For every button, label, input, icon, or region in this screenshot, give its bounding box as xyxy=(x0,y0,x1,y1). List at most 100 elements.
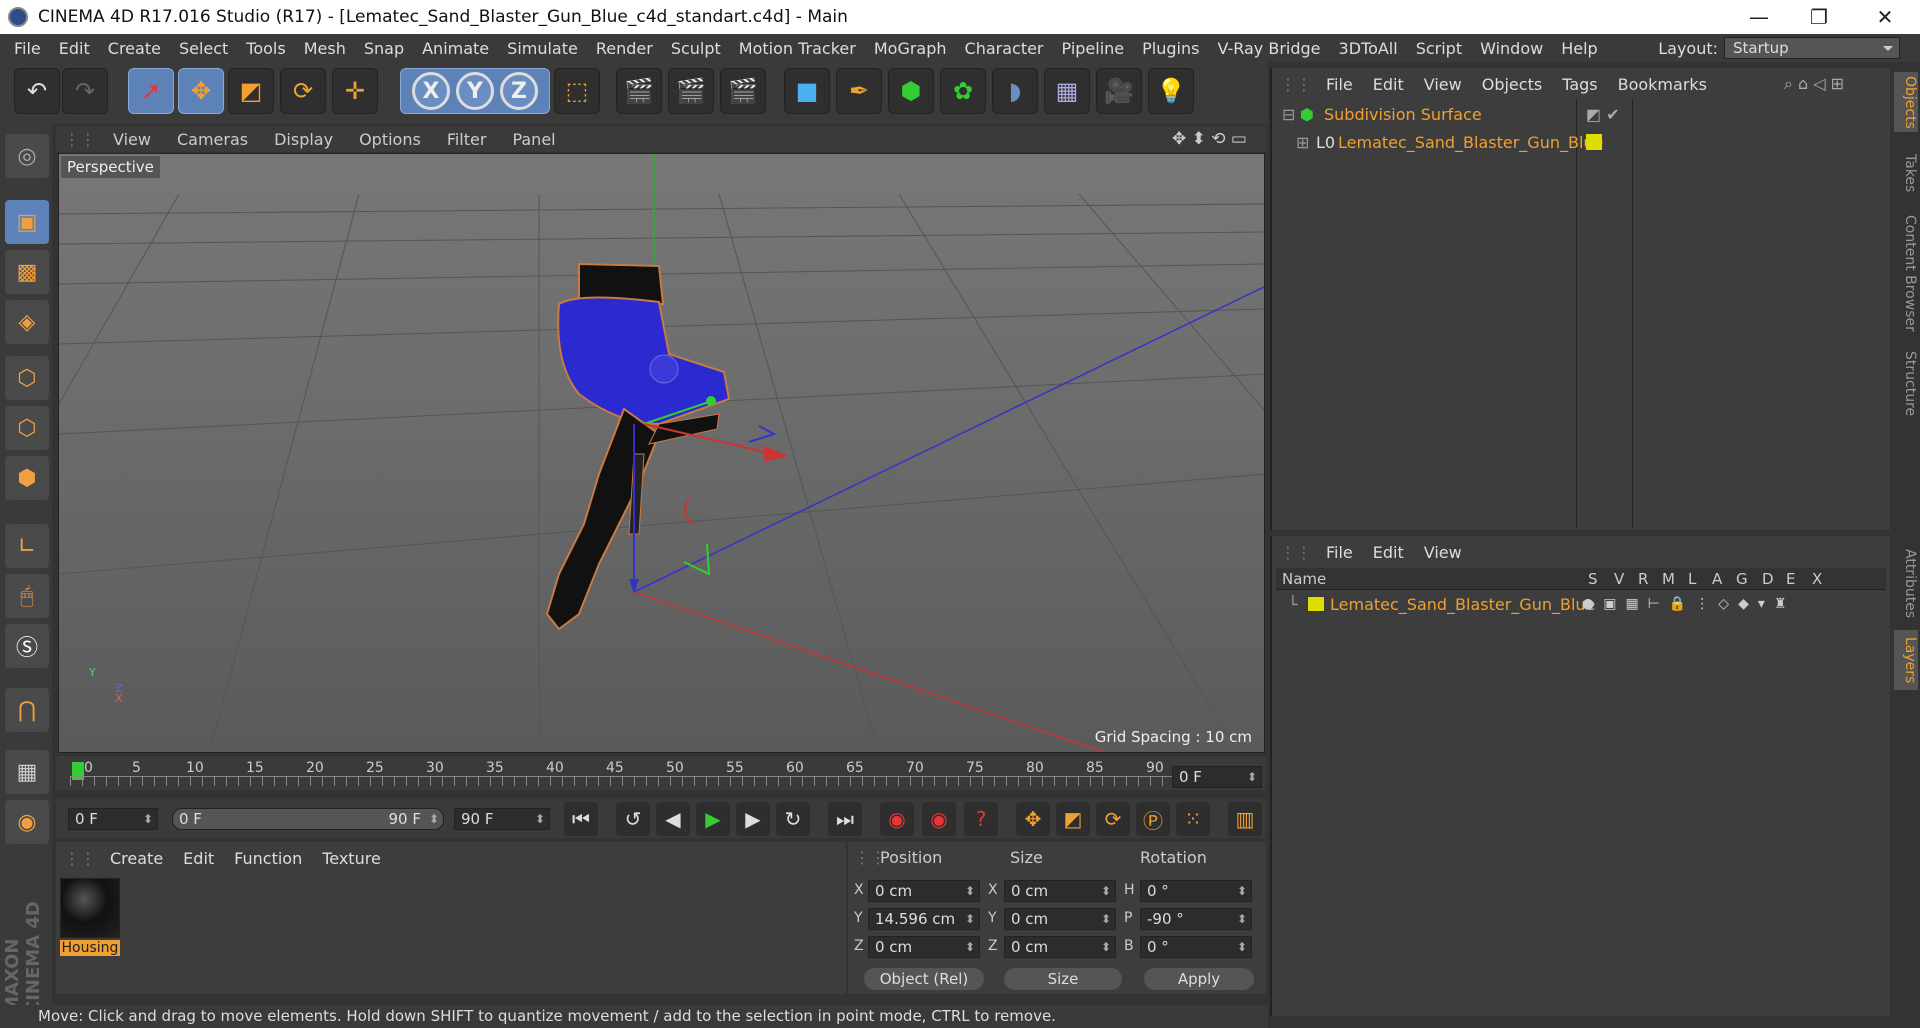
menu-file[interactable]: File xyxy=(0,39,50,58)
objects-menu-bookmarks[interactable]: Bookmarks xyxy=(1608,75,1717,94)
rotation-p-field[interactable]: -90 ° xyxy=(1140,908,1252,930)
go-to-start-icon[interactable]: ⏮ xyxy=(564,802,598,836)
x-axis-lock[interactable]: X xyxy=(412,72,450,110)
viewport-menu-filter[interactable]: Filter xyxy=(434,130,500,149)
polygons-mode-icon[interactable]: ⬢ xyxy=(5,456,49,500)
objects-menu-file[interactable]: File xyxy=(1316,75,1363,94)
key-parameter-icon[interactable]: Ⓟ xyxy=(1136,802,1170,836)
material-menu-edit[interactable]: Edit xyxy=(173,849,224,868)
play-icon[interactable]: ▶ xyxy=(696,802,730,836)
material-menu-function[interactable]: Function xyxy=(224,849,312,868)
pen-icon[interactable]: ✒ xyxy=(836,68,882,114)
tweak-mode-icon[interactable]: 🖱 xyxy=(5,574,49,618)
tab-content-browser[interactable]: Content Browser xyxy=(1894,208,1918,338)
material-menu-create[interactable]: Create xyxy=(100,849,173,868)
menu-vray-bridge[interactable]: V-Ray Bridge xyxy=(1208,39,1329,58)
tab-objects[interactable]: Objects xyxy=(1894,72,1918,132)
size-x-field[interactable]: 0 cm xyxy=(1004,880,1116,902)
render-picture-viewer-icon[interactable]: 🎬 xyxy=(668,68,714,114)
snap-icon[interactable]: ⋂ xyxy=(5,688,49,732)
minimize-button[interactable]: — xyxy=(1730,0,1788,34)
menu-edit[interactable]: Edit xyxy=(50,39,99,58)
timeline-window-icon[interactable]: ▥ xyxy=(1228,802,1262,836)
visibility-toggle-icon[interactable]: ◩ ✔ xyxy=(1586,105,1620,124)
camera-icon[interactable]: 🎥 xyxy=(1096,68,1142,114)
viewport[interactable]: Perspective Y Z X Grid Spacing : 10 cm xyxy=(58,153,1265,753)
key-pla-icon[interactable]: ⁙ xyxy=(1176,802,1210,836)
viewport-menu-cameras[interactable]: Cameras xyxy=(164,130,261,149)
live-selection-icon[interactable]: ➚ xyxy=(128,68,174,114)
menu-plugins[interactable]: Plugins xyxy=(1133,39,1208,58)
menu-character[interactable]: Character xyxy=(956,39,1053,58)
object-row-subdivision[interactable]: ⊟ ⬢ Subdivision Surface ◩ ✔ xyxy=(1272,100,1890,128)
layer-row[interactable]: └ Lematec_Sand_Blaster_Gun_Blue ●▣▦⊢🔒⋮◇◆… xyxy=(1272,590,1890,618)
menu-snap[interactable]: Snap xyxy=(355,39,413,58)
objects-menu-view[interactable]: View xyxy=(1414,75,1472,94)
move-tool-icon[interactable]: ✥ xyxy=(178,68,224,114)
menu-help[interactable]: Help xyxy=(1552,39,1606,58)
menu-motion-tracker[interactable]: Motion Tracker xyxy=(730,39,865,58)
workplane-lock-icon[interactable]: ▦ xyxy=(5,750,49,794)
layers-menu-view[interactable]: View xyxy=(1414,543,1472,562)
coordinate-system-icon[interactable]: ⬚ xyxy=(554,68,600,114)
key-position-icon[interactable]: ✥ xyxy=(1016,802,1050,836)
rotation-b-field[interactable]: 0 ° xyxy=(1140,936,1252,958)
solo-icon[interactable]: Ⓢ xyxy=(5,624,49,668)
viewport-menu-view[interactable]: View xyxy=(100,130,164,149)
layers-menu-edit[interactable]: Edit xyxy=(1363,543,1414,562)
undo-icon[interactable]: ↶ xyxy=(14,68,60,114)
size-z-field[interactable]: 0 cm xyxy=(1004,936,1116,958)
tab-structure[interactable]: Structure xyxy=(1894,344,1918,424)
position-x-field[interactable]: 0 cm xyxy=(868,880,980,902)
material-swatch[interactable]: Housing xyxy=(60,878,120,960)
render-view-icon[interactable]: 🎬 xyxy=(616,68,662,114)
expand-icon[interactable]: ⊞ xyxy=(1296,133,1309,152)
light-icon[interactable]: 💡 xyxy=(1148,68,1194,114)
objects-menu-objects[interactable]: Objects xyxy=(1472,75,1552,94)
key-rotation-icon[interactable]: ⟳ xyxy=(1096,802,1130,836)
z-axis-lock[interactable]: Z xyxy=(500,72,538,110)
points-mode-icon[interactable]: ⬡ xyxy=(5,356,49,400)
start-frame-field[interactable]: 0 F xyxy=(68,808,158,830)
rotation-h-field[interactable]: 0 ° xyxy=(1140,880,1252,902)
next-frame-icon[interactable]: ▶ xyxy=(736,802,770,836)
position-y-field[interactable]: 14.596 cm xyxy=(868,908,980,930)
close-button[interactable]: ✕ xyxy=(1856,0,1914,34)
tab-layers[interactable]: Layers xyxy=(1894,630,1918,690)
layer-color-icon[interactable] xyxy=(1308,597,1324,611)
menu-window[interactable]: Window xyxy=(1471,39,1552,58)
lock-workplane-icon[interactable]: ◉ xyxy=(5,800,49,844)
tab-takes[interactable]: Takes xyxy=(1894,148,1918,198)
objects-menu-tags[interactable]: Tags xyxy=(1552,75,1607,94)
auto-keying-icon[interactable]: ◉ xyxy=(922,802,956,836)
menu-create[interactable]: Create xyxy=(99,39,170,58)
texture-mode-icon[interactable]: ▩ xyxy=(5,250,49,294)
cloner-icon[interactable]: ✿ xyxy=(940,68,986,114)
y-axis-lock[interactable]: Y xyxy=(456,72,494,110)
apply-button[interactable]: Apply xyxy=(1144,968,1254,990)
go-to-end-icon[interactable]: ⏭ xyxy=(828,802,862,836)
recent-tool-icon[interactable]: ✛ xyxy=(332,68,378,114)
keyframe-selection-icon[interactable]: ? xyxy=(964,802,998,836)
size-y-field[interactable]: 0 cm xyxy=(1004,908,1116,930)
menu-script[interactable]: Script xyxy=(1407,39,1471,58)
key-scale-icon[interactable]: ◩ xyxy=(1056,802,1090,836)
layers-menu-file[interactable]: File xyxy=(1316,543,1363,562)
search-icon[interactable]: ⌕ ⌂ ◁ ⊞ xyxy=(1774,74,1854,94)
objects-menu-edit[interactable]: Edit xyxy=(1363,75,1414,94)
previous-key-icon[interactable]: ↺ xyxy=(616,802,650,836)
menu-sculpt[interactable]: Sculpt xyxy=(662,39,730,58)
menu-3dtoall[interactable]: 3DToAll xyxy=(1330,39,1407,58)
layer-flag-icons[interactable]: ●▣▦⊢🔒⋮◇◆▾♜ xyxy=(1582,596,1795,612)
menu-mograph[interactable]: MoGraph xyxy=(865,39,956,58)
menu-tools[interactable]: Tools xyxy=(237,39,294,58)
viewport-nav-icons[interactable]: ✥ ⬍ ⟲ ▭ xyxy=(1159,129,1260,149)
material-menu-texture[interactable]: Texture xyxy=(312,849,391,868)
scale-tool-icon[interactable]: ◩ xyxy=(228,68,274,114)
workplane-icon[interactable]: ◈ xyxy=(5,300,49,344)
next-key-icon[interactable]: ↻ xyxy=(776,802,810,836)
maximize-button[interactable]: ❐ xyxy=(1790,0,1848,34)
render-settings-icon[interactable]: 🎬 xyxy=(720,68,766,114)
collapse-icon[interactable]: ⊟ xyxy=(1282,105,1295,124)
layer-color-icon[interactable] xyxy=(1586,134,1602,150)
